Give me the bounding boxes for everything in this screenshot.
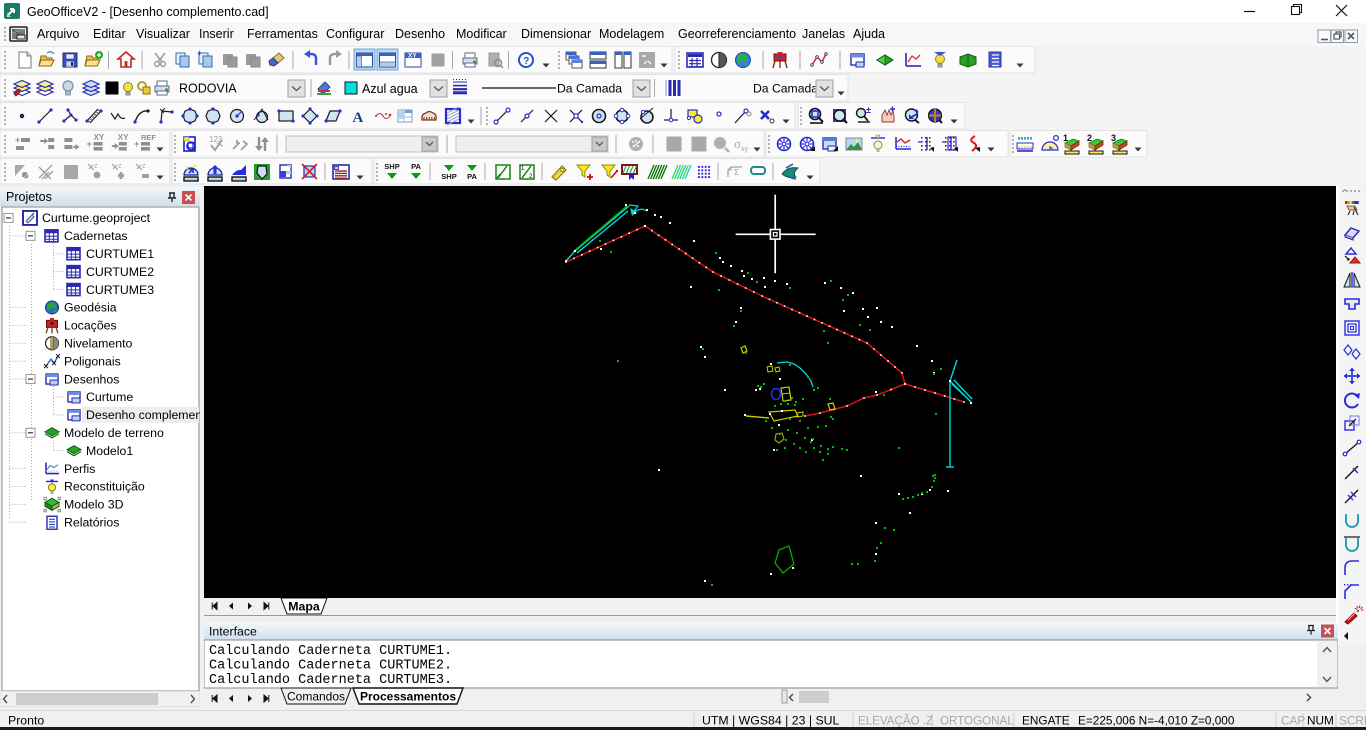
svg-text:Σ: Σ <box>734 168 739 177</box>
svg-text:Pronto: Pronto <box>8 714 44 728</box>
svg-text:Locações: Locações <box>64 319 117 333</box>
svg-text:CURTUME2: CURTUME2 <box>86 265 154 279</box>
svg-text:RODOVIA: RODOVIA <box>179 82 237 96</box>
svg-text:CURTUME3: CURTUME3 <box>86 283 154 297</box>
svg-text:SCRL: SCRL <box>1339 714 1366 728</box>
svg-text:Calculando Caderneta CURTUME3.: Calculando Caderneta CURTUME3. <box>209 673 452 688</box>
svg-text:Processamentos: Processamentos <box>360 690 456 704</box>
svg-text:XY: XY <box>94 133 105 142</box>
svg-text:XY: XY <box>118 133 129 142</box>
svg-text:ORTOGONAL: ORTOGONAL <box>940 715 1014 728</box>
svg-text:Relatórios: Relatórios <box>64 515 119 529</box>
svg-text:NUM: NUM <box>1307 714 1334 728</box>
svg-text:+: + <box>197 48 202 58</box>
svg-text:REF: REF <box>141 133 156 142</box>
svg-text:±: ± <box>866 105 871 115</box>
svg-text:xy: xy <box>741 146 749 153</box>
svg-text:E=225,006 N=-4,010 Z=0,000: E=225,006 N=-4,010 Z=0,000 <box>1078 714 1235 728</box>
svg-text:Azul agua: Azul agua <box>362 82 418 96</box>
svg-text:SHP: SHP <box>384 162 399 171</box>
svg-text:z: z <box>118 163 122 170</box>
svg-text:+: + <box>15 135 20 145</box>
svg-text:Arquivo: Arquivo <box>37 27 79 41</box>
svg-text:Janelas: Janelas <box>802 27 845 41</box>
svg-text:Cadernetas: Cadernetas <box>64 229 128 243</box>
svg-text:Modelo1: Modelo1 <box>86 444 133 458</box>
svg-text:Modelagem: Modelagem <box>599 27 664 41</box>
svg-text:Visualizar: Visualizar <box>136 27 190 41</box>
svg-text:Nivelamento: Nivelamento <box>64 336 133 350</box>
svg-text:Ferramentas: Ferramentas <box>247 27 318 41</box>
svg-text:σ: σ <box>734 136 741 151</box>
svg-text:Da Camada: Da Camada <box>557 82 622 96</box>
svg-text:2: 2 <box>1087 133 1092 143</box>
svg-text:ELEVAÇÃO .Z: ELEVAÇÃO .Z <box>858 715 933 728</box>
svg-text:Poligonais: Poligonais <box>64 354 121 368</box>
svg-text:Calculando Caderneta CURTUME1.: Calculando Caderneta CURTUME1. <box>209 644 452 659</box>
svg-text:+: + <box>87 139 92 149</box>
svg-text:+: + <box>134 139 139 149</box>
svg-text:Desenho complement: Desenho complement <box>86 408 200 422</box>
svg-text:Modificar: Modificar <box>456 27 507 41</box>
svg-text:GeoOfficeV2 - [Desenho complem: GeoOfficeV2 - [Desenho complemento.cad] <box>27 5 269 19</box>
svg-text:Curtume.geoproject: Curtume.geoproject <box>42 211 151 225</box>
svg-text:Comandos: Comandos <box>287 690 345 704</box>
svg-text:Da Camada: Da Camada <box>753 82 818 96</box>
svg-text:Interface: Interface <box>209 625 257 639</box>
svg-text:CAP: CAP <box>1281 714 1305 728</box>
svg-text:z: z <box>94 163 98 170</box>
svg-text:?: ? <box>523 56 529 67</box>
svg-text:Dimensionar: Dimensionar <box>521 27 591 41</box>
svg-text:Geodésia: Geodésia <box>64 301 117 315</box>
svg-text:Modelo 3D: Modelo 3D <box>64 498 124 512</box>
svg-text:Desenho: Desenho <box>395 27 445 41</box>
svg-text:CURTUME1: CURTUME1 <box>86 247 154 261</box>
svg-text:Curtume: Curtume <box>86 390 133 404</box>
svg-text:PA: PA <box>467 172 477 181</box>
svg-text:Reconstituição: Reconstituição <box>64 480 145 494</box>
svg-text:1: 1 <box>1063 133 1068 143</box>
svg-text:UTM | WGS84 | 23 | SUL: UTM | WGS84 | 23 | SUL <box>702 714 840 728</box>
svg-text:Georreferenciamento: Georreferenciamento <box>678 27 796 41</box>
svg-text:Editar: Editar <box>93 27 126 41</box>
svg-text:ENGATE: ENGATE <box>1022 714 1070 728</box>
svg-text:Mapa: Mapa <box>288 600 320 614</box>
svg-text:Configurar: Configurar <box>326 27 384 41</box>
svg-text:3: 3 <box>1111 133 1116 143</box>
svg-text:SHP: SHP <box>441 172 456 181</box>
svg-text:PA: PA <box>411 162 421 171</box>
svg-text:Desenhos: Desenhos <box>64 372 119 386</box>
svg-text:Modelo de terreno: Modelo de terreno <box>64 426 164 440</box>
svg-text:Perfis: Perfis <box>64 462 95 476</box>
svg-text:z: z <box>142 163 146 170</box>
svg-text:A: A <box>353 110 364 126</box>
svg-text:Inserir: Inserir <box>199 27 234 41</box>
svg-text:XY: XY <box>408 53 417 60</box>
svg-text:Ajuda: Ajuda <box>853 27 885 41</box>
svg-text:Calculando Caderneta CURTUME2.: Calculando Caderneta CURTUME2. <box>209 659 452 674</box>
